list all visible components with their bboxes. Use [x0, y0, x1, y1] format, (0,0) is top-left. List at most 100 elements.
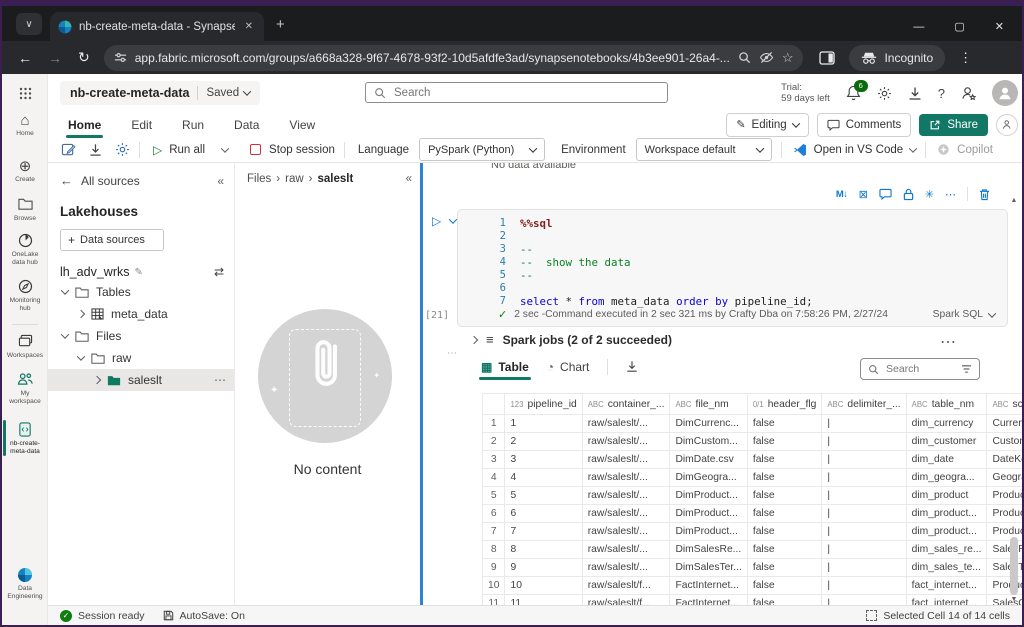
table-cell[interactable]: 10 [505, 577, 582, 595]
table-cell[interactable]: false [747, 577, 822, 595]
freeze-icon[interactable]: ✳ [925, 188, 934, 201]
copilot-button[interactable]: Copilot [937, 143, 993, 156]
table-cell[interactable]: FactInternet... [670, 577, 747, 595]
sidebar-item-onelake-data-hub[interactable]: OneLake data hub [2, 232, 48, 267]
table-cell[interactable]: DimDate.csv [670, 451, 747, 469]
table-row[interactable]: 66raw/saleslt/...DimProduct...false|dim_… [483, 505, 1023, 523]
breadcrumb-saleslt[interactable]: saleslt [318, 173, 354, 185]
side-panel-icon[interactable] [819, 51, 835, 65]
close-button[interactable]: ✕ [995, 20, 1004, 33]
sidebar-item-browse[interactable]: Browse [2, 195, 48, 223]
table-cell[interactable]: raw/saleslt/... [582, 523, 670, 541]
global-search-box[interactable] [365, 82, 668, 103]
table-cell[interactable]: raw/saleslt/... [582, 505, 670, 523]
code-line[interactable]: -- show the data [520, 256, 999, 269]
table-cell[interactable]: DimProduct... [670, 487, 747, 505]
table-cell[interactable]: dim_product... [906, 523, 987, 541]
back-button[interactable]: ← [18, 50, 32, 66]
tab-data[interactable]: Data [232, 115, 261, 135]
bookmark-star-icon[interactable]: ☆ [782, 50, 794, 66]
table-cell[interactable]: raw/saleslt/... [582, 433, 670, 451]
scroll-up-icon[interactable]: ▲ [1010, 197, 1018, 204]
table-cell[interactable]: dim_product... [906, 505, 987, 523]
table-cell[interactable]: DimProduct... [670, 523, 747, 541]
collapse-panel-icon[interactable]: « [217, 174, 224, 188]
table-cell[interactable]: false [747, 469, 822, 487]
language-dropdown[interactable]: PySpark (Python) [419, 138, 545, 161]
table-cell[interactable]: false [747, 451, 822, 469]
table-cell[interactable]: DimSalesRe... [670, 541, 747, 559]
table-row[interactable]: 88raw/saleslt/...DimSalesRe...false|dim_… [483, 541, 1023, 559]
table-cell[interactable]: DimCurrenc... [670, 415, 747, 433]
results-search-box[interactable] [860, 358, 980, 380]
tab-view[interactable]: View [287, 115, 317, 135]
minimize-button[interactable]: — [913, 21, 924, 33]
notifications-button[interactable]: 6 [846, 85, 861, 101]
notebook-scrollbar[interactable]: ▲ ▼ [1008, 197, 1020, 603]
tab-edit[interactable]: Edit [129, 115, 154, 135]
table-cell[interactable]: raw/saleslt/... [582, 559, 670, 577]
notebook-title-pill[interactable]: nb-create-meta-data Saved [60, 81, 260, 105]
code-editor[interactable]: %%sql ---- show the data-- select * from… [520, 217, 999, 308]
browser-tab[interactable]: nb-create-meta-data - Synapse ✕ [50, 12, 264, 41]
more-options-icon[interactable]: ⋯ [945, 188, 956, 201]
chevron-down-icon[interactable] [61, 330, 69, 338]
table-row[interactable]: 11raw/saleslt/...DimCurrenc...false|dim_… [483, 415, 1023, 433]
column-header[interactable]: ABCcontainer_... [582, 394, 670, 415]
cell-language-dropdown[interactable]: Spark SQL [933, 309, 995, 320]
tree-item-meta-data[interactable]: meta_data [48, 303, 234, 325]
spark-jobs-more-icon[interactable]: ⋯ [940, 332, 956, 352]
new-tab-button[interactable]: + [276, 16, 285, 33]
sidebar-item-create[interactable]: ⊕ Create [2, 158, 48, 184]
table-cell[interactable]: | [822, 559, 906, 577]
table-cell[interactable]: fact_internet... [906, 595, 987, 606]
tab-close-icon[interactable]: ✕ [242, 20, 256, 33]
table-cell[interactable]: false [747, 505, 822, 523]
table-cell[interactable]: dim_date [906, 451, 987, 469]
chevron-down-icon[interactable] [61, 286, 69, 294]
environment-dropdown[interactable]: Workspace default [636, 138, 772, 161]
tree-item-tables[interactable]: Tables [48, 281, 234, 303]
export-button[interactable] [89, 143, 102, 157]
table-cell[interactable]: raw/saleslt/... [582, 451, 670, 469]
chevron-right-icon[interactable] [470, 335, 478, 343]
search-input[interactable] [392, 86, 659, 100]
add-data-sources-button[interactable]: + Data sources [60, 229, 164, 251]
settings-gear-button[interactable] [877, 86, 892, 101]
table-cell[interactable]: dim_sales_te... [906, 559, 987, 577]
run-all-button[interactable]: ▷ Run all [153, 143, 228, 157]
chevron-right-icon[interactable] [77, 310, 85, 318]
table-row[interactable]: 22raw/saleslt/...DimCustom...false|dim_c… [483, 433, 1023, 451]
column-header[interactable]: 0/1header_flg [747, 394, 822, 415]
item-more-icon[interactable]: ⋯ [214, 373, 226, 387]
code-line[interactable]: select * from meta_data order by pipelin… [520, 295, 999, 308]
table-cell[interactable]: DimProduct... [670, 505, 747, 523]
code-line[interactable]: -- [520, 269, 999, 282]
table-cell[interactable]: false [747, 433, 822, 451]
session-settings-button[interactable] [115, 142, 130, 157]
sidebar-item-my-workspace[interactable]: My workspace [2, 370, 48, 406]
code-line[interactable]: %%sql [520, 217, 999, 230]
output-more-icon[interactable]: ⋯ [447, 348, 457, 359]
table-cell[interactable]: fact_internet... [906, 577, 987, 595]
column-header[interactable]: ABCdelimiter_... [822, 394, 906, 415]
url-text[interactable]: app.fabric.microsoft.com/groups/a668a328… [135, 51, 730, 65]
table-cell[interactable]: 11 [505, 595, 582, 606]
table-cell[interactable]: | [822, 505, 906, 523]
tab-chart[interactable]: ◔ Chart [547, 360, 590, 380]
table-cell[interactable]: dim_geogra... [906, 469, 987, 487]
tree-item-files[interactable]: Files [48, 325, 234, 347]
table-row[interactable]: 33raw/saleslt/...DimDate.csvfalse|dim_da… [483, 451, 1023, 469]
download-results-button[interactable] [626, 360, 638, 379]
table-cell[interactable]: DimSalesTer... [670, 559, 747, 577]
waffle-menu-button[interactable] [2, 84, 48, 105]
table-cell[interactable]: raw/saleslt/... [582, 487, 670, 505]
table-cell[interactable]: 5 [505, 487, 582, 505]
lock-icon[interactable] [903, 188, 914, 201]
tab-search-button[interactable]: ∨ [16, 13, 42, 35]
audience-button[interactable] [996, 114, 1018, 136]
code-cell[interactable]: 1234567 %%sql ---- show the data-- selec… [457, 209, 1008, 327]
table-cell[interactable]: false [747, 595, 822, 606]
table-cell[interactable]: | [822, 577, 906, 595]
table-cell[interactable]: 7 [505, 523, 582, 541]
